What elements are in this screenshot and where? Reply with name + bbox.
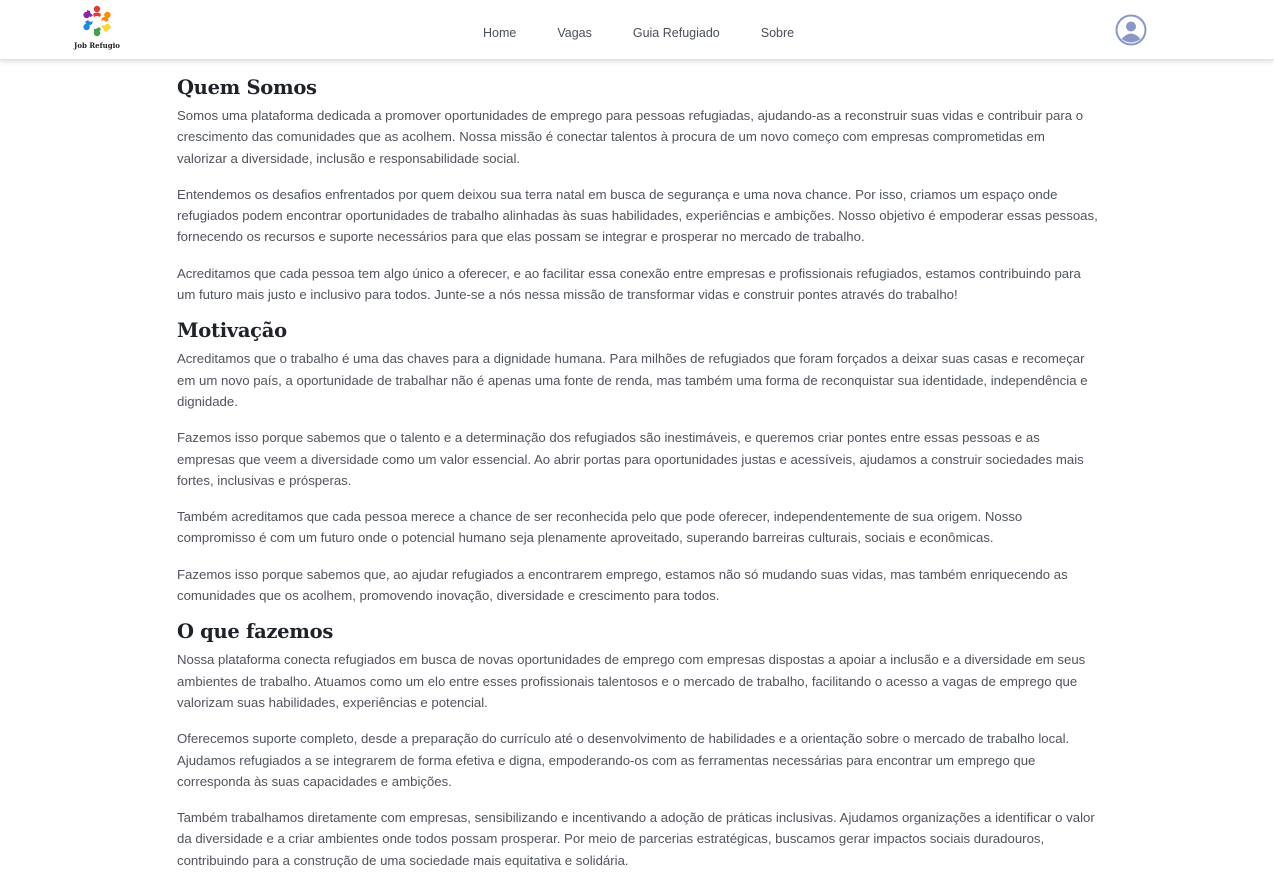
top-navbar: Job Refugio Home Vagas Guia Refugiado So…	[0, 0, 1274, 60]
paragraph: Nossa plataforma conecta refugiados em b…	[177, 652, 1086, 710]
paragraph: Também trabalhamos diretamente com empre…	[177, 810, 1095, 868]
paragraph: Fazemos isso porque sabemos que, ao ajud…	[177, 566, 1068, 604]
paragraph: Somos uma plataforma dedicada a promover…	[177, 108, 1084, 166]
nav-vagas-link[interactable]: Vagas	[557, 24, 592, 42]
nav-home-link[interactable]: Home	[483, 24, 516, 42]
paragraph: Também acreditamos que cada pessoa merec…	[177, 509, 1023, 546]
paragraph: Oferecemos suporte completo, desde a pre…	[177, 731, 1070, 789]
nav-sobre-link[interactable]: Sobre	[761, 24, 794, 42]
section-o-que-fazemos: O que fazemos Nossa plataforma conecta r…	[177, 621, 1098, 871]
user-avatar-icon[interactable]	[1115, 14, 1147, 46]
about-content: Quem Somos Somos uma plataforma dedicada…	[177, 71, 1098, 886]
job-refugio-logo[interactable]: Job Refugio	[72, 3, 122, 53]
main-nav: Home Vagas Guia Refugiado Sobre	[466, 24, 835, 42]
section-title: Motivação	[177, 319, 287, 343]
paragraph: Acreditamos que cada pessoa tem algo úni…	[177, 265, 1081, 303]
section-title: O que fazemos	[177, 620, 334, 644]
paragraph: Acreditamos que o trabalho é uma das cha…	[177, 351, 1088, 409]
nav-guia-refugiado-link[interactable]: Guia Refugiado	[633, 24, 720, 42]
section-title: Quem Somos	[177, 76, 317, 99]
paragraph: Fazemos isso porque sabemos que o talent…	[177, 430, 1084, 488]
paragraph: Entendemos os desafios enfrentados por q…	[177, 186, 1098, 245]
logo-text: Job Refugio	[74, 41, 120, 50]
section-quem-somos: Quem Somos Somos uma plataforma dedicada…	[177, 77, 1098, 305]
section-motivacao: Motivação Acreditamos que o trabalho é u…	[177, 320, 1098, 606]
logo-people-circle-icon	[83, 5, 111, 37]
